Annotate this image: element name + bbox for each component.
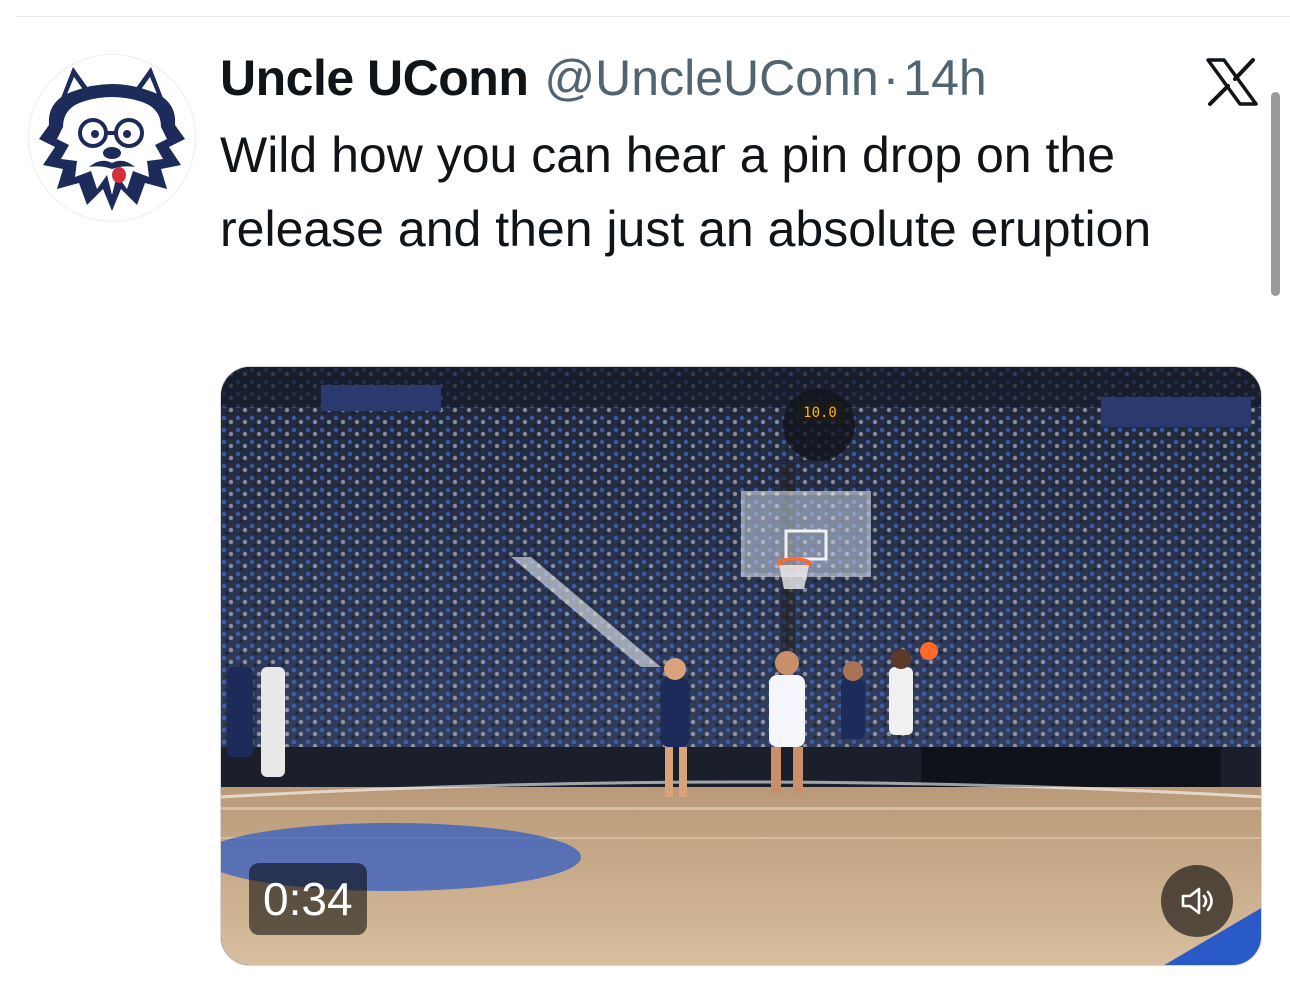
scrollbar[interactable]	[1271, 92, 1280, 296]
avatar[interactable]	[28, 54, 196, 222]
display-name[interactable]: Uncle UConn	[220, 46, 529, 110]
mute-toggle-button[interactable]	[1161, 865, 1233, 937]
video-frame: 10.0	[221, 367, 1261, 965]
video-player[interactable]: 10.0 0:34	[220, 366, 1262, 966]
husky-mascot-icon	[29, 55, 195, 221]
separator-dot: ·	[882, 50, 900, 106]
handle[interactable]: @UncleUConn	[544, 46, 878, 110]
timestamp[interactable]: 14h	[903, 46, 986, 110]
shot-clock-text: 10.0	[803, 405, 837, 421]
tweet-header: Uncle UConn @UncleUConn · 14h	[220, 46, 987, 110]
video-duration-badge: 0:34	[249, 863, 367, 935]
tweet-text: Wild how you can hear a pin drop on the …	[220, 127, 1152, 257]
tweet-card[interactable]: Uncle UConn @UncleUConn · 14h Wild how y…	[0, 0, 1290, 1000]
x-logo-icon	[1206, 58, 1258, 106]
speaker-muted-icon	[1181, 887, 1213, 915]
